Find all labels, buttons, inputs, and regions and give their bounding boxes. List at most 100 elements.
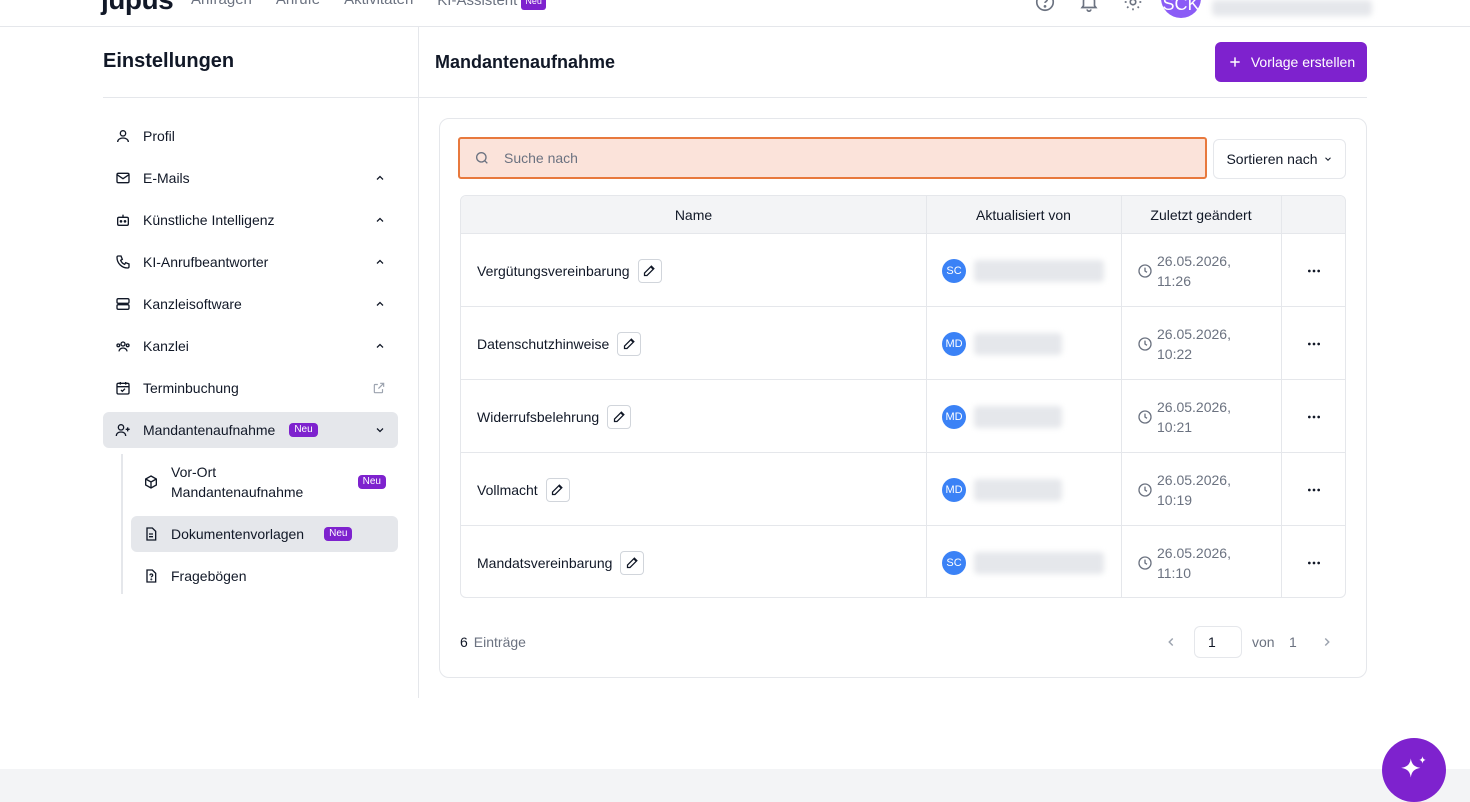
nav-ki-assistent[interactable]: KI-Assistent Neu bbox=[437, 0, 546, 10]
chevron-left-icon[interactable] bbox=[1164, 635, 1178, 649]
sidebar-subitem-vor-ort[interactable]: Vor-Ort Mandantenaufnahme Neu bbox=[131, 454, 398, 510]
search-input[interactable] bbox=[504, 139, 1194, 177]
row-actions-button[interactable] bbox=[1281, 307, 1345, 380]
sidebar-item-label: Künstliche Intelligenz bbox=[143, 212, 275, 228]
edit-button[interactable] bbox=[620, 550, 645, 575]
modified-time: 10:19 bbox=[1157, 491, 1193, 508]
page-input[interactable]: 1 bbox=[1194, 626, 1242, 658]
modified-date: 26.05.2026, bbox=[1157, 325, 1231, 342]
entries-count: 6 Einträge bbox=[460, 634, 526, 650]
sidebar-item-mandantenaufnahme[interactable]: Mandantenaufnahme Neu bbox=[103, 412, 398, 448]
column-header-updated-by: Aktualisiert von bbox=[976, 207, 1071, 223]
user-name-blurred bbox=[1212, 0, 1372, 16]
modified-date: 26.05.2026, bbox=[1157, 252, 1231, 269]
edit-button[interactable] bbox=[607, 404, 632, 429]
sidebar-item-terminbuchung[interactable]: Terminbuchung bbox=[103, 370, 398, 406]
user-name-blurred bbox=[974, 551, 1104, 574]
updated-by-cell: SC bbox=[942, 526, 1104, 597]
table-row[interactable]: Vergütungsvereinbarung SC 26.05.2026, 11:… bbox=[461, 234, 1345, 307]
avatar: MD bbox=[942, 404, 966, 429]
avatar: SC bbox=[942, 550, 966, 575]
more-icon bbox=[1308, 488, 1320, 491]
modified-date: 26.05.2026, bbox=[1157, 398, 1231, 415]
gear-icon[interactable] bbox=[1122, 0, 1144, 13]
app-logo[interactable]: jupus bbox=[101, 0, 174, 14]
updated-by-cell: SC bbox=[942, 234, 1104, 307]
sort-label: Sortieren nach bbox=[1226, 151, 1318, 167]
phone-icon bbox=[116, 255, 130, 269]
chevron-right-icon[interactable] bbox=[1320, 635, 1334, 649]
sidebar-item-label: Mandantenaufnahme bbox=[143, 422, 276, 438]
column-header-last-modified: Zuletzt geändert bbox=[1150, 207, 1252, 223]
template-name: Vergütungsvereinbarung bbox=[477, 262, 630, 279]
edit-button[interactable] bbox=[617, 331, 642, 356]
page-total: 1 bbox=[1289, 634, 1297, 650]
top-bar: jupus Anfragen Anrufe Aktivitäten KI-Ass… bbox=[0, 0, 1470, 27]
top-icons bbox=[1034, 0, 1144, 13]
robot-icon bbox=[117, 214, 129, 226]
sidebar-item-label: Profil bbox=[143, 128, 175, 144]
table-row[interactable]: Vollmacht MD 26.05.2026, 10:19 bbox=[461, 453, 1345, 526]
page-footer-area bbox=[0, 769, 1470, 802]
chevron-down-icon bbox=[376, 428, 384, 433]
chevron-up-icon bbox=[376, 343, 384, 348]
template-name: Mandatsvereinbarung bbox=[477, 554, 613, 571]
sidebar-item-label: Kanzlei bbox=[143, 338, 189, 354]
pencil-icon bbox=[623, 338, 635, 350]
search-box[interactable] bbox=[458, 137, 1207, 179]
sidebar-subitem-label: Vor-Ort Mandantenaufnahme bbox=[171, 464, 304, 500]
modified-date: 26.05.2026, bbox=[1157, 471, 1231, 488]
sidebar-item-ki-anrufbeantworter[interactable]: KI-Anrufbeantworter bbox=[103, 244, 398, 280]
more-icon bbox=[1308, 342, 1320, 345]
sort-button[interactable]: Sortieren nach bbox=[1213, 139, 1346, 179]
row-actions-button[interactable] bbox=[1281, 234, 1345, 307]
plus-icon bbox=[1230, 57, 1240, 67]
user-avatar[interactable]: SCK bbox=[1161, 0, 1201, 18]
user-plus-icon bbox=[115, 424, 130, 437]
sidebar-item-profil[interactable]: Profil bbox=[103, 118, 398, 154]
column-header-name: Name bbox=[674, 207, 713, 223]
modified-datetime: 26.05.2026, 10:21 bbox=[1157, 397, 1247, 437]
calendar-icon bbox=[116, 382, 130, 395]
modified-date: 26.05.2026, bbox=[1157, 544, 1231, 561]
top-nav: Anfragen Anrufe Aktivitäten KI-Assistent… bbox=[191, 0, 546, 10]
modified-datetime: 26.05.2026, 10:19 bbox=[1157, 470, 1247, 510]
row-actions-button[interactable] bbox=[1281, 380, 1345, 453]
row-actions-button[interactable] bbox=[1281, 453, 1345, 526]
nav-anfragen[interactable]: Anfragen bbox=[191, 0, 252, 10]
template-name-cell: Vergütungsvereinbarung bbox=[477, 234, 662, 307]
create-template-button[interactable]: Vorlage erstellen bbox=[1215, 42, 1367, 82]
modified-datetime: 26.05.2026, 10:22 bbox=[1157, 324, 1247, 364]
sidebar-item-emails[interactable]: E-Mails bbox=[103, 160, 398, 196]
last-modified-cell: 26.05.2026, 10:21 bbox=[1137, 380, 1247, 453]
more-icon bbox=[1308, 415, 1320, 418]
sidebar-item-ki[interactable]: Künstliche Intelligenz bbox=[103, 202, 398, 238]
table-row[interactable]: Widerrufsbelehrung MD 26.05.2026, 10:21 bbox=[461, 380, 1345, 453]
nav-ki-assistent-label: KI-Assistent bbox=[437, 0, 518, 9]
create-template-label: Vorlage erstellen bbox=[1250, 54, 1356, 70]
bell-icon[interactable] bbox=[1078, 0, 1100, 13]
template-name-cell: Mandatsvereinbarung bbox=[477, 526, 645, 597]
nav-aktivitaeten[interactable]: Aktivitäten bbox=[344, 0, 413, 10]
ai-assistant-fab[interactable] bbox=[1382, 738, 1446, 802]
help-icon[interactable] bbox=[1034, 0, 1056, 13]
template-name: Datenschutzhinweise bbox=[477, 335, 610, 352]
row-actions-button[interactable] bbox=[1281, 526, 1345, 597]
sidebar-subitem-dokumentenvorlagen[interactable]: Dokumentenvorlagen Neu bbox=[131, 516, 398, 552]
more-icon bbox=[1308, 269, 1320, 272]
user-name-blurred bbox=[974, 332, 1062, 355]
sidebar-subitem-frageboegen[interactable]: Fragebögen bbox=[131, 558, 398, 594]
sidebar-item-kanzlei[interactable]: Kanzlei bbox=[103, 328, 398, 364]
table-row[interactable]: Datenschutzhinweise MD 26.05.2026, 10:22 bbox=[461, 307, 1345, 380]
modified-time: 10:22 bbox=[1157, 345, 1193, 362]
modified-time: 11:10 bbox=[1157, 564, 1191, 581]
nav-anrufe[interactable]: Anrufe bbox=[276, 0, 320, 10]
user-name-blurred bbox=[974, 405, 1062, 428]
edit-button[interactable] bbox=[545, 477, 570, 502]
page-title: Mandantenaufnahme bbox=[435, 52, 616, 72]
sidebar-item-kanzleisoftware[interactable]: Kanzleisoftware bbox=[103, 286, 398, 322]
clock-icon bbox=[1138, 409, 1152, 424]
updated-by-cell: MD bbox=[942, 453, 1062, 526]
edit-button[interactable] bbox=[637, 258, 662, 283]
table-row[interactable]: Mandatsvereinbarung SC 26.05.2026, 11:10 bbox=[461, 526, 1345, 597]
